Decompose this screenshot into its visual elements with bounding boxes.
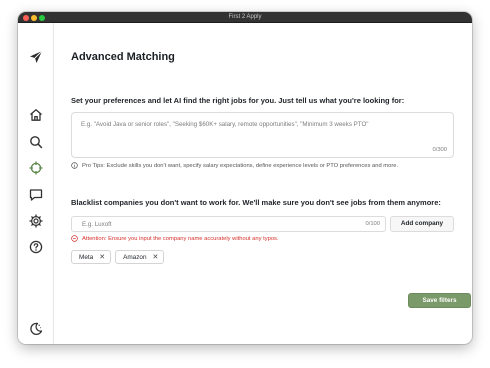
company-name-input[interactable]: E.g. Luxoft 0/100 (71, 216, 386, 232)
company-chip-label: Meta (79, 253, 94, 261)
gear-icon[interactable] (28, 213, 44, 229)
title-bar: First 2 Apply (18, 12, 472, 23)
blacklist-heading: Blacklist companies you don't want to wo… (71, 198, 441, 207)
chat-icon[interactable] (28, 187, 44, 203)
preferences-heading: Set your preferences and let AI find the… (71, 96, 405, 105)
attention-warning: Attention: Ensure you input the company … (71, 235, 279, 242)
attention-warning-text: Attention: Ensure you input the company … (82, 235, 279, 242)
main-content: Advanced Matching Set your preferences a… (55, 23, 472, 344)
moon-icon[interactable] (28, 321, 44, 337)
preferences-textarea[interactable]: E.g. "Avoid Java or senior roles", "Seek… (71, 112, 454, 158)
page-title: Advanced Matching (71, 51, 175, 63)
pro-tip: Pro Tips: Exclude skills you don't want,… (71, 162, 398, 169)
company-input-placeholder: E.g. Luxoft (82, 221, 112, 228)
paper-plane-icon[interactable] (28, 49, 44, 65)
sidebar (18, 23, 54, 344)
blacklisted-companies: Meta ✕ Amazon ✕ (71, 250, 165, 264)
crosshair-icon[interactable] (28, 160, 44, 176)
help-icon[interactable] (28, 239, 44, 255)
remove-company-icon[interactable]: ✕ (153, 254, 159, 261)
search-icon[interactable] (28, 134, 44, 150)
preferences-placeholder: E.g. "Avoid Java or senior roles", "Seek… (81, 121, 369, 128)
app-window: First 2 Apply Advanced Matching Set your (18, 12, 472, 344)
save-filters-button[interactable]: Save filters (408, 293, 471, 308)
window-title: First 2 Apply (228, 14, 262, 20)
pro-tip-text: Pro Tips: Exclude skills you don't want,… (82, 162, 399, 169)
remove-company-icon[interactable]: ✕ (99, 254, 105, 261)
company-chip-label: Amazon (123, 253, 147, 261)
company-char-counter: 0/100 (365, 221, 380, 227)
home-icon[interactable] (28, 107, 44, 123)
company-chip: Meta ✕ (71, 250, 112, 264)
warning-circle-icon (71, 235, 78, 242)
company-chip: Amazon ✕ (115, 250, 165, 264)
preferences-char-counter: 0/300 (432, 147, 447, 153)
info-icon (71, 162, 78, 169)
add-company-button[interactable]: Add company (390, 216, 454, 232)
